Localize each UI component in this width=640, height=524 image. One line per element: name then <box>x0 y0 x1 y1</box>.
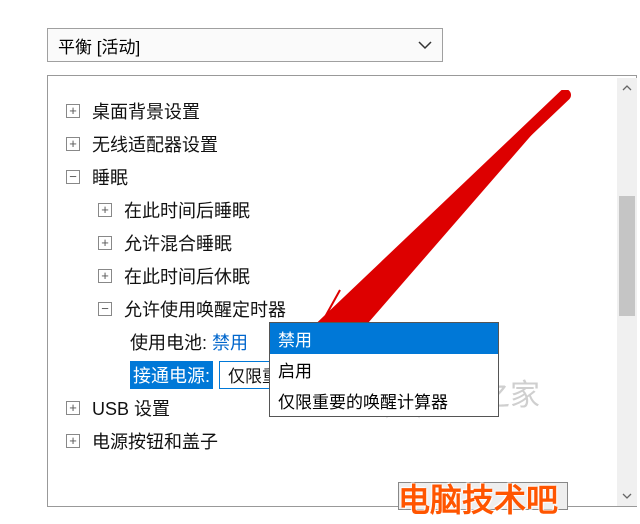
vertical-scrollbar[interactable] <box>617 78 637 503</box>
node-label: USB 设置 <box>92 395 170 421</box>
collapse-icon[interactable]: − <box>98 302 112 316</box>
expand-icon[interactable]: + <box>66 401 80 415</box>
tree-node-sleep-after[interactable]: + 在此时间后睡眠 <box>66 193 636 226</box>
node-label: 在此时间后睡眠 <box>124 197 250 223</box>
settings-tree-panel: + 桌面背景设置 + 无线适配器设置 − 睡眠 + 在此时间后睡眠 + 允许混合… <box>47 75 637 507</box>
option-label: 禁用 <box>278 326 312 351</box>
expand-icon[interactable]: + <box>66 137 80 151</box>
expand-icon[interactable]: + <box>66 434 80 448</box>
collapse-icon[interactable]: − <box>66 170 80 184</box>
scroll-track[interactable] <box>617 98 637 486</box>
node-label: 睡眠 <box>92 164 128 190</box>
tree-node-power-buttons[interactable]: + 电源按钮和盖子 <box>66 424 636 457</box>
node-label: 允许混合睡眠 <box>124 230 232 256</box>
dropdown-option-disable[interactable]: 禁用 <box>270 323 498 354</box>
node-label: 无线适配器设置 <box>92 131 218 157</box>
plugged-in-dropdown[interactable]: 禁用 启用 仅限重要的唤醒计算器 <box>269 322 499 417</box>
power-plan-label: 平衡 [活动] <box>58 33 140 58</box>
option-label: 启用 <box>278 357 312 382</box>
node-label: 允许使用唤醒定时器 <box>124 296 286 322</box>
battery-label: 使用电池: <box>130 329 207 355</box>
power-plan-select[interactable]: 平衡 [活动] <box>47 28 443 62</box>
dropdown-option-important[interactable]: 仅限重要的唤醒计算器 <box>270 385 498 416</box>
expand-icon[interactable]: + <box>98 236 112 250</box>
expand-icon[interactable]: + <box>98 269 112 283</box>
tree-node-hibernate-after[interactable]: + 在此时间后休眠 <box>66 259 636 292</box>
tree-node-wireless[interactable]: + 无线适配器设置 <box>66 127 636 160</box>
expand-icon[interactable]: + <box>66 104 80 118</box>
node-label: 电源按钮和盖子 <box>92 428 218 454</box>
battery-value: 禁用 <box>212 329 248 355</box>
scroll-up-icon[interactable] <box>617 78 637 98</box>
tree-node-sleep[interactable]: − 睡眠 <box>66 160 636 193</box>
tree-node-wake-timers[interactable]: − 允许使用唤醒定时器 <box>66 292 636 325</box>
expand-icon[interactable]: + <box>98 203 112 217</box>
scroll-thumb[interactable] <box>619 196 635 316</box>
scroll-down-icon[interactable] <box>617 486 637 506</box>
tree-node-desktop-bg[interactable]: + 桌面背景设置 <box>66 94 636 127</box>
tree-node-hybrid-sleep[interactable]: + 允许混合睡眠 <box>66 226 636 259</box>
node-label: 在此时间后休眠 <box>124 263 250 289</box>
plugged-in-label: 接通电源: <box>130 361 213 389</box>
node-label: 桌面背景设置 <box>92 98 200 124</box>
chevron-down-icon <box>418 37 432 53</box>
option-label: 仅限重要的唤醒计算器 <box>278 388 448 413</box>
dropdown-option-enable[interactable]: 启用 <box>270 354 498 385</box>
